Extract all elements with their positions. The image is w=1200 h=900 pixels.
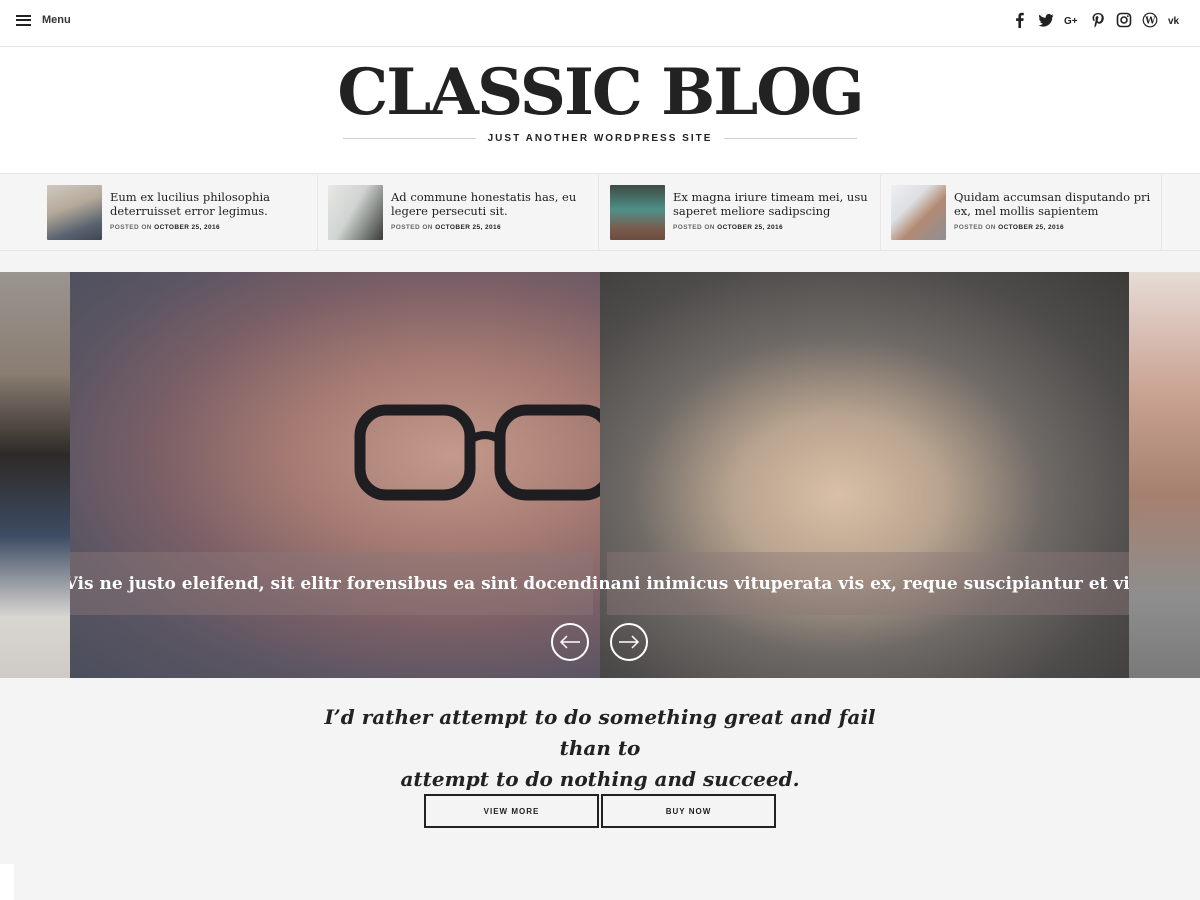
hero-slider: Vis ne justo eleifend, sit elitr forensi… bbox=[0, 272, 1200, 678]
post-thumbnail[interactable] bbox=[328, 185, 383, 240]
tagline-divider bbox=[343, 138, 476, 139]
post-title[interactable]: Eum ex lucilius philosophia deterruisset… bbox=[110, 190, 310, 218]
featured-post[interactable]: Eum ex lucilius philosophia deterruisset… bbox=[37, 175, 318, 251]
slide[interactable]: Inani inimicus vituperata vis ex, reque … bbox=[600, 272, 1129, 678]
glasses-shape bbox=[354, 404, 600, 501]
menu-toggle[interactable]: Menu bbox=[16, 14, 71, 26]
slide-partial-right[interactable] bbox=[1129, 272, 1200, 678]
post-title[interactable]: Ex magna iriure timeam mei, usu saperet … bbox=[673, 190, 873, 218]
quote-line: I’d rather attempt to do something great… bbox=[324, 705, 876, 760]
post-meta: POSTED ON OCTOBER 25, 2016 bbox=[954, 224, 1064, 231]
pinterest-icon[interactable] bbox=[1088, 10, 1108, 30]
site-tagline: JUST ANOTHER WORDPRESS SITE bbox=[487, 133, 713, 144]
tagline-row: JUST ANOTHER WORDPRESS SITE bbox=[343, 133, 858, 144]
svg-text:W: W bbox=[1144, 16, 1156, 26]
top-bar: Menu G+ W vk bbox=[0, 0, 1200, 47]
view-more-button[interactable]: VIEW MORE bbox=[424, 794, 599, 828]
google-plus-icon[interactable]: G+ bbox=[1062, 10, 1082, 30]
instagram-icon[interactable] bbox=[1114, 10, 1134, 30]
featured-post[interactable]: Ex magna iriure timeam mei, usu saperet … bbox=[600, 175, 881, 251]
slide-partial-left[interactable] bbox=[0, 272, 70, 678]
twitter-icon[interactable] bbox=[1036, 10, 1056, 30]
featured-posts: Eum ex lucilius philosophia deterruisset… bbox=[0, 175, 1200, 251]
svg-text:G+: G+ bbox=[1064, 16, 1078, 27]
svg-text:vk: vk bbox=[1168, 16, 1180, 27]
post-thumbnail[interactable] bbox=[891, 185, 946, 240]
featured-post[interactable]: Ad commune honestatis has, eu legere per… bbox=[318, 175, 599, 251]
hero-quote: I’d rather attempt to do something great… bbox=[300, 702, 900, 795]
quote-line: attempt to do nothing and succeed. bbox=[400, 767, 800, 791]
post-meta: POSTED ON OCTOBER 25, 2016 bbox=[110, 224, 220, 231]
post-meta: POSTED ON OCTOBER 25, 2016 bbox=[391, 224, 501, 231]
prev-arrow[interactable] bbox=[551, 623, 589, 661]
facebook-icon[interactable] bbox=[1010, 10, 1030, 30]
slide[interactable]: Vis ne justo eleifend, sit elitr forensi… bbox=[70, 272, 600, 678]
menu-label: Menu bbox=[42, 14, 71, 26]
site-header: CLASSIC BLOG JUST ANOTHER WORDPRESS SITE bbox=[0, 47, 1200, 174]
post-thumbnail[interactable] bbox=[47, 185, 102, 240]
slide-caption[interactable]: Vis ne justo eleifend, sit elitr forensi… bbox=[70, 552, 598, 615]
post-title[interactable]: Ad commune honestatis has, eu legere per… bbox=[391, 190, 591, 218]
hamburger-icon bbox=[16, 14, 31, 26]
site-title[interactable]: CLASSIC BLOG bbox=[0, 57, 1200, 129]
post-meta: POSTED ON OCTOBER 25, 2016 bbox=[673, 224, 783, 231]
featured-post[interactable]: Quidam accumsan disputando pri ex, mel m… bbox=[881, 175, 1162, 251]
buy-now-button[interactable]: BUY NOW bbox=[601, 794, 776, 828]
next-arrow[interactable] bbox=[610, 623, 648, 661]
social-links: G+ W vk bbox=[1004, 10, 1186, 30]
page-edge bbox=[0, 864, 14, 900]
arrow-right-icon bbox=[619, 635, 640, 649]
post-title[interactable]: Quidam accumsan disputando pri ex, mel m… bbox=[954, 190, 1154, 218]
vk-icon[interactable]: vk bbox=[1166, 10, 1186, 30]
arrow-left-icon bbox=[559, 635, 580, 649]
post-thumbnail[interactable] bbox=[610, 185, 665, 240]
tagline-divider bbox=[724, 138, 858, 139]
wordpress-icon[interactable]: W bbox=[1140, 10, 1160, 30]
slide-caption[interactable]: Inani inimicus vituperata vis ex, reque … bbox=[600, 552, 1129, 615]
